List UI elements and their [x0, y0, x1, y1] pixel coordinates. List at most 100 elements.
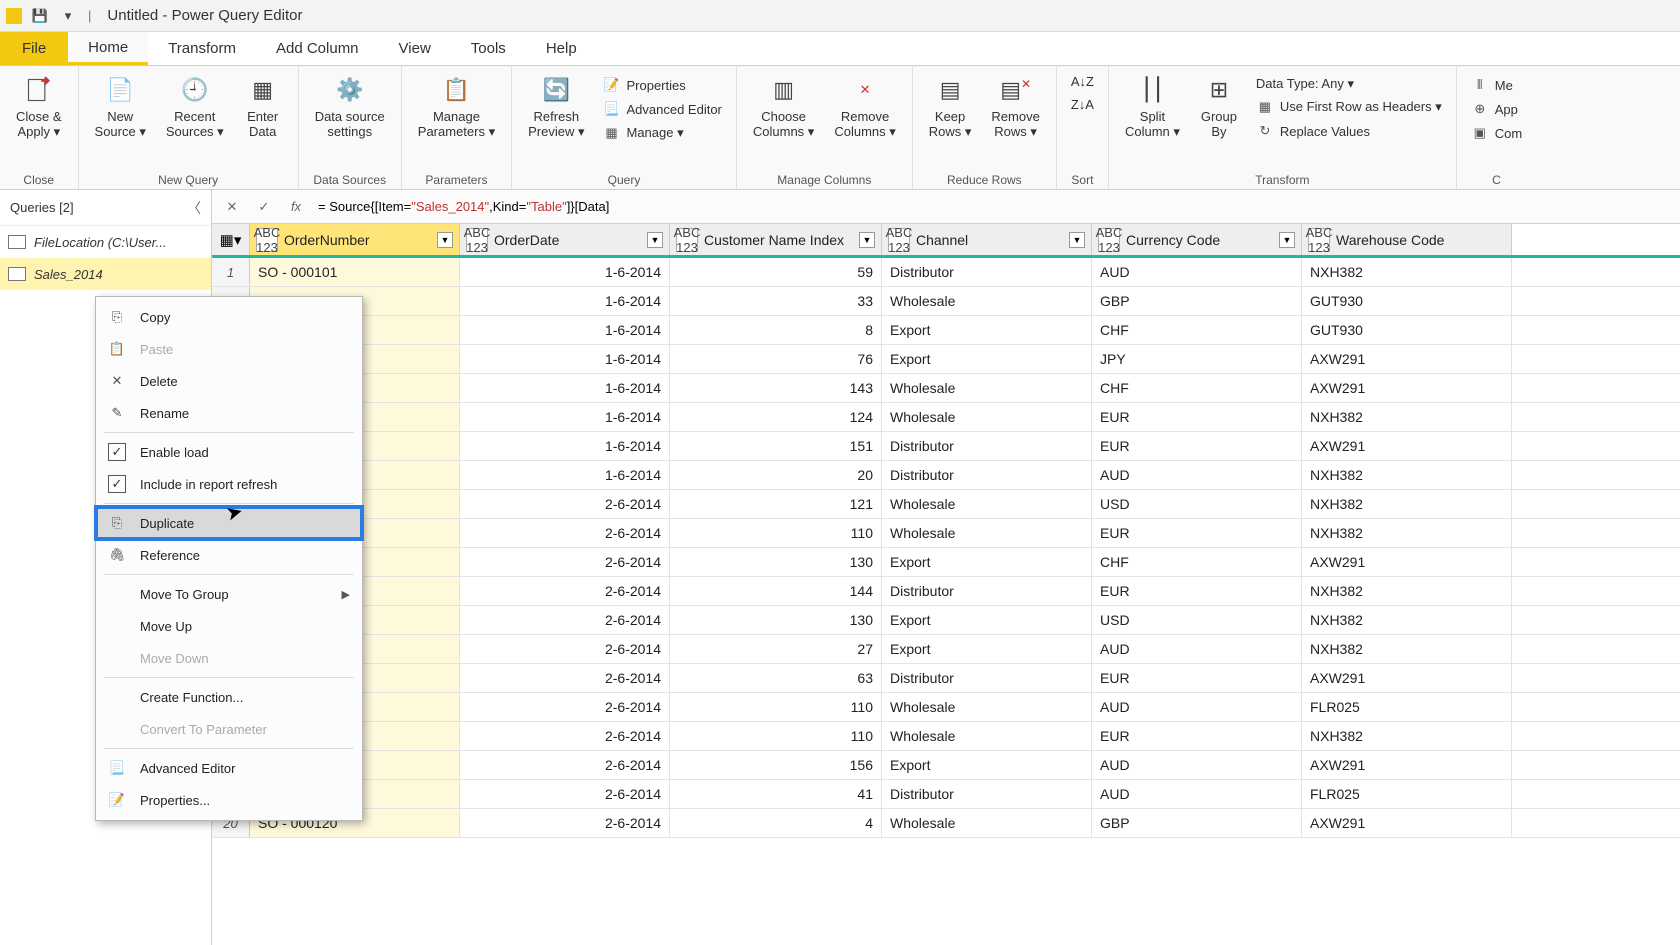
cm-reference[interactable]: 🖇Reference — [96, 539, 362, 571]
cm-duplicate[interactable]: ⎘Duplicate — [96, 507, 362, 539]
cell-channel[interactable]: Wholesale — [882, 403, 1092, 431]
cell-currency[interactable]: AUD — [1092, 751, 1302, 779]
cell-warehouse[interactable]: AXW291 — [1302, 432, 1512, 460]
table-row[interactable]: 132-6-2014130ExportUSDNXH382 — [212, 606, 1680, 635]
table-row[interactable]: 152-6-201463DistributorEURAXW291 — [212, 664, 1680, 693]
cell-warehouse[interactable]: FLR025 — [1302, 693, 1512, 721]
keep-rows-button[interactable]: ▤Keep Rows ▾ — [923, 72, 978, 142]
cm-properties[interactable]: 📝Properties... — [96, 784, 362, 816]
add-column-tab[interactable]: Add Column — [256, 32, 379, 65]
cell-currency[interactable]: EUR — [1092, 403, 1302, 431]
table-row[interactable]: 92-6-2014121WholesaleUSDNXH382 — [212, 490, 1680, 519]
cell-customer-index[interactable]: 110 — [670, 722, 882, 750]
cell-customer-index[interactable]: 124 — [670, 403, 882, 431]
cell-channel[interactable]: Distributor — [882, 780, 1092, 808]
table-row[interactable]: 41-6-201476ExportJPYAXW291 — [212, 345, 1680, 374]
cm-create-function[interactable]: Create Function... — [96, 681, 362, 713]
cell-channel[interactable]: Distributor — [882, 461, 1092, 489]
cm-rename[interactable]: ✎Rename — [96, 397, 362, 429]
data-type-button[interactable]: Data Type: Any ▾ — [1252, 74, 1446, 94]
cell-warehouse[interactable]: NXH382 — [1302, 258, 1512, 286]
column-header-warehouse-code[interactable]: ABC123Warehouse Code — [1302, 224, 1512, 255]
cell-warehouse[interactable]: GUT930 — [1302, 287, 1512, 315]
table-row[interactable]: 61-6-2014124WholesaleEURNXH382 — [212, 403, 1680, 432]
cell-warehouse[interactable]: AXW291 — [1302, 664, 1512, 692]
cell-customer-index[interactable]: 59 — [670, 258, 882, 286]
cell-orderdate[interactable]: 2-6-2014 — [460, 490, 670, 518]
table-row[interactable]: 122-6-2014144DistributorEURNXH382 — [212, 577, 1680, 606]
cell-customer-index[interactable]: 121 — [670, 490, 882, 518]
cell-customer-index[interactable]: 110 — [670, 519, 882, 547]
cell-currency[interactable]: AUD — [1092, 461, 1302, 489]
cell-currency[interactable]: EUR — [1092, 519, 1302, 547]
cell-ordernumber[interactable]: SO - 000101 — [250, 258, 460, 286]
sort-desc-button[interactable]: Z↓A — [1067, 95, 1098, 114]
column-header-customer-name-index[interactable]: ABC123Customer Name Index▼ — [670, 224, 882, 255]
cell-orderdate[interactable]: 1-6-2014 — [460, 432, 670, 460]
cell-channel[interactable]: Distributor — [882, 664, 1092, 692]
table-row[interactable]: 172-6-2014110WholesaleEURNXH382 — [212, 722, 1680, 751]
cm-include-refresh[interactable]: ✓Include in report refresh — [96, 468, 362, 500]
new-source-button[interactable]: 📄New Source ▾ — [89, 72, 152, 142]
cell-warehouse[interactable]: NXH382 — [1302, 519, 1512, 547]
cell-currency[interactable]: AUD — [1092, 635, 1302, 663]
cell-channel[interactable]: Export — [882, 548, 1092, 576]
cell-orderdate[interactable]: 1-6-2014 — [460, 258, 670, 286]
cell-channel[interactable]: Wholesale — [882, 374, 1092, 402]
column-header-orderdate[interactable]: ABC123OrderDate▼ — [460, 224, 670, 255]
cell-warehouse[interactable]: AXW291 — [1302, 374, 1512, 402]
filter-dropdown-icon[interactable]: ▼ — [437, 232, 453, 248]
refresh-preview-button[interactable]: 🔄Refresh Preview ▾ — [522, 72, 590, 142]
cell-currency[interactable]: EUR — [1092, 432, 1302, 460]
combine-files-button[interactable]: ▣Com — [1467, 122, 1526, 144]
cell-customer-index[interactable]: 130 — [670, 606, 882, 634]
cell-orderdate[interactable]: 2-6-2014 — [460, 809, 670, 837]
cell-channel[interactable]: Wholesale — [882, 809, 1092, 837]
table-row[interactable]: 21-6-201433WholesaleGBPGUT930 — [212, 287, 1680, 316]
cell-channel[interactable]: Export — [882, 316, 1092, 344]
table-row[interactable]: 142-6-201427ExportAUDNXH382 — [212, 635, 1680, 664]
query-item-filelocation[interactable]: FileLocation (C:\User... — [0, 226, 211, 258]
cell-channel[interactable]: Wholesale — [882, 519, 1092, 547]
cell-currency[interactable]: EUR — [1092, 577, 1302, 605]
cell-currency[interactable]: AUD — [1092, 693, 1302, 721]
advanced-editor-button[interactable]: 📃Advanced Editor — [598, 98, 725, 120]
filter-dropdown-icon[interactable]: ▼ — [859, 232, 875, 248]
append-queries-button[interactable]: ⊕App — [1467, 98, 1522, 120]
cell-orderdate[interactable]: 2-6-2014 — [460, 780, 670, 808]
cell-warehouse[interactable]: FLR025 — [1302, 780, 1512, 808]
cell-customer-index[interactable]: 33 — [670, 287, 882, 315]
table-row[interactable]: 71-6-2014151DistributorEURAXW291 — [212, 432, 1680, 461]
cell-currency[interactable]: EUR — [1092, 722, 1302, 750]
cell-warehouse[interactable]: NXH382 — [1302, 403, 1512, 431]
column-header-channel[interactable]: ABC123Channel▼ — [882, 224, 1092, 255]
close-apply-button[interactable]: Close & Apply ▾ — [10, 72, 68, 142]
cell-channel[interactable]: Distributor — [882, 258, 1092, 286]
cell-channel[interactable]: Wholesale — [882, 287, 1092, 315]
split-column-button[interactable]: ⎮⎮Split Column ▾ — [1119, 72, 1186, 142]
table-row[interactable]: 1SO - 0001011-6-201459DistributorAUDNXH3… — [212, 258, 1680, 287]
manage-button[interactable]: ▦Manage ▾ — [598, 122, 725, 144]
cell-orderdate[interactable]: 1-6-2014 — [460, 287, 670, 315]
cell-channel[interactable]: Export — [882, 606, 1092, 634]
cell-warehouse[interactable]: AXW291 — [1302, 548, 1512, 576]
cell-warehouse[interactable]: NXH382 — [1302, 490, 1512, 518]
home-tab[interactable]: Home — [68, 32, 148, 65]
cell-currency[interactable]: CHF — [1092, 548, 1302, 576]
cancel-formula-icon[interactable]: ✕ — [222, 197, 242, 217]
cm-move-up[interactable]: Move Up — [96, 610, 362, 642]
cell-warehouse[interactable]: NXH382 — [1302, 635, 1512, 663]
cell-customer-index[interactable]: 63 — [670, 664, 882, 692]
table-row[interactable]: 162-6-2014110WholesaleAUDFLR025 — [212, 693, 1680, 722]
cell-customer-index[interactable]: 110 — [670, 693, 882, 721]
cell-currency[interactable]: AUD — [1092, 258, 1302, 286]
cell-currency[interactable]: CHF — [1092, 316, 1302, 344]
view-tab[interactable]: View — [379, 32, 451, 65]
cell-currency[interactable]: USD — [1092, 606, 1302, 634]
cell-currency[interactable]: JPY — [1092, 345, 1302, 373]
cell-channel[interactable]: Wholesale — [882, 490, 1092, 518]
cell-orderdate[interactable]: 2-6-2014 — [460, 722, 670, 750]
qat-dropdown-icon[interactable]: ▾ — [56, 4, 80, 28]
fx-icon[interactable]: fx — [286, 197, 306, 217]
cell-orderdate[interactable]: 2-6-2014 — [460, 519, 670, 547]
